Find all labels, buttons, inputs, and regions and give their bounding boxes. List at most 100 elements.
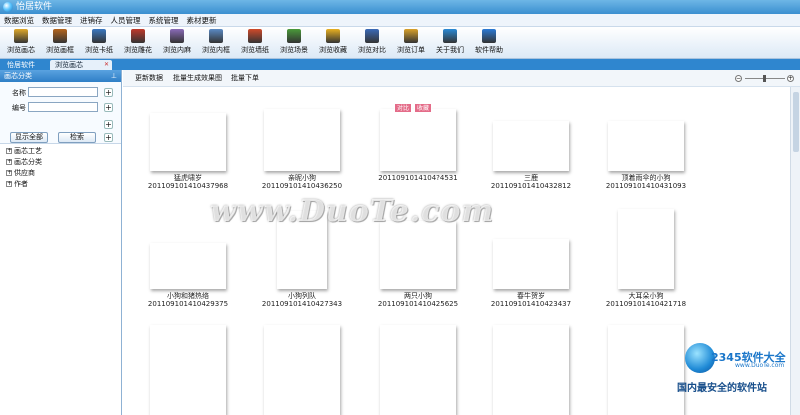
toolbar-button[interactable]: 浏览墙纸	[238, 29, 272, 57]
carving-icon	[131, 29, 145, 43]
category-tree: + 画芯工艺 + 画芯分类 + 供应商 + 作者	[6, 146, 42, 190]
toolbar-button[interactable]: 浏览订单	[394, 29, 428, 57]
name-label: 名称	[12, 89, 26, 97]
tree-node-label: 画芯分类	[14, 158, 42, 166]
toolbar-button-label: 浏览墙纸	[241, 46, 269, 54]
expand-icon[interactable]: +	[6, 159, 12, 165]
expand-icon[interactable]: +	[6, 170, 12, 176]
refresh-data-button[interactable]: 更新数据	[135, 70, 163, 87]
scrollbar-thumb[interactable]	[793, 92, 799, 152]
toolbar-button[interactable]: 关于我们	[433, 29, 467, 57]
zoom-slider-thumb[interactable]	[763, 75, 766, 82]
code-input[interactable]	[28, 102, 98, 112]
scene-icon	[287, 29, 301, 43]
menu-item[interactable]: 数据管理	[38, 14, 76, 27]
close-icon[interactable]: ✕	[104, 60, 109, 70]
menu-item[interactable]: 进销存	[76, 14, 107, 27]
expand-icon[interactable]: +	[6, 148, 12, 154]
batch-render-button[interactable]: 批量生成效果图	[173, 70, 222, 87]
thumbnail-image	[380, 109, 456, 171]
tree-node[interactable]: + 画芯分类	[6, 157, 42, 168]
tree-node-label: 供应商	[14, 169, 35, 177]
product-thumbnail[interactable]: 小狗和猪热络 201109101410429375	[138, 243, 238, 308]
toolbar-button[interactable]: 浏览画框	[43, 29, 77, 57]
toolbar-button[interactable]: 软件帮助	[472, 29, 506, 57]
toolbar-button-label: 关于我们	[436, 46, 464, 54]
thumbnail-title: 顶着雨伞的小狗	[621, 174, 671, 182]
product-thumbnail[interactable]: 亲昵小狗 201109101410436250	[252, 109, 352, 190]
code-label: 编号	[12, 104, 26, 112]
batch-order-button[interactable]: 批量下单	[231, 70, 259, 87]
pin-icon[interactable]: ⊥	[111, 70, 117, 82]
tree-node[interactable]: + 供应商	[6, 168, 42, 179]
product-thumbnail[interactable]: 顶着雨伞的小狗 201109101410431093	[596, 121, 696, 190]
extra-add-button[interactable]: +	[104, 120, 113, 129]
toolbar-button[interactable]: 浏览场景	[277, 29, 311, 57]
sidebar-title: 画芯分类	[4, 72, 32, 80]
code-add-button[interactable]: +	[104, 103, 113, 112]
zoom-in-icon[interactable]: +	[787, 75, 794, 82]
product-thumbnail[interactable]: 2011091014104?4531	[368, 109, 468, 182]
product-thumbnail[interactable]	[368, 325, 468, 415]
compare-tag[interactable]: 对比	[394, 103, 413, 113]
toolbar-button[interactable]: 浏览雕花	[121, 29, 155, 57]
product-thumbnail[interactable]: 春牛贺岁 201109101410423437	[481, 239, 581, 308]
favorite-tag[interactable]: 收藏	[414, 103, 433, 113]
show-all-button[interactable]: 显示全部	[10, 132, 48, 143]
product-thumbnail[interactable]	[138, 325, 238, 415]
thumbnail-image	[608, 121, 684, 171]
tab-home-label: 怡居软件	[7, 61, 35, 69]
toolbar-button[interactable]: 浏览收藏	[316, 29, 350, 57]
product-thumbnail[interactable]	[481, 325, 581, 415]
menu-item[interactable]: 系统管理	[145, 14, 183, 27]
more-add-button[interactable]: +	[104, 133, 113, 142]
thumbnail-image	[264, 325, 340, 415]
house-icon	[248, 29, 262, 43]
thumbnail-title: 春牛贺岁	[517, 292, 545, 300]
toolbar-button[interactable]: 浏览画芯	[4, 29, 38, 57]
search-button[interactable]: 检索	[58, 132, 96, 143]
tab-browse-painting[interactable]: 浏览画芯 ✕	[50, 60, 112, 70]
thumbnail-image	[150, 113, 226, 171]
menu-item[interactable]: 数据浏览	[0, 14, 38, 27]
product-thumbnail[interactable]: 三鹿 201109101410432812	[481, 121, 581, 190]
toolbar-button[interactable]: 浏览内框	[199, 29, 233, 57]
thumbnail-code: 201109101410423437	[490, 300, 572, 308]
toolbar-button[interactable]: 浏览对比	[355, 29, 389, 57]
toolbar-button-label: 浏览对比	[358, 46, 386, 54]
product-thumbnail[interactable]	[252, 325, 352, 415]
thumbnail-code: 201109101410431093	[605, 182, 687, 190]
tree-node[interactable]: + 画芯工艺	[6, 146, 42, 157]
thumbnail-image	[608, 325, 684, 415]
tab-home[interactable]: 怡居软件	[2, 60, 46, 70]
expand-icon[interactable]: +	[6, 181, 12, 187]
site-logo: 2345软件大全 www.DuoTe.com 国内最安全的软件站	[675, 343, 800, 415]
product-thumbnail[interactable]: 大耳朵小狗 201109101410421718	[596, 209, 696, 308]
menu-item[interactable]: 素材更新	[183, 14, 221, 27]
thumbnail-image	[264, 109, 340, 171]
thumbnail-title: 猛虎啸岁	[174, 174, 202, 182]
tree-node[interactable]: + 作者	[6, 179, 42, 190]
name-input[interactable]	[28, 87, 98, 97]
thumbnail-code: 201109101410436250	[261, 182, 343, 190]
toolbar-button[interactable]: 浏览卡纸	[82, 29, 116, 57]
name-add-button[interactable]: +	[104, 88, 113, 97]
linen-icon	[170, 29, 184, 43]
toolbar-button[interactable]: 浏览内麻	[160, 29, 194, 57]
tab-browse-painting-label: 浏览画芯	[55, 61, 83, 69]
toolbar-button-label: 浏览收藏	[319, 46, 347, 54]
toolbar-button-label: 浏览内麻	[163, 46, 191, 54]
zoom-out-icon[interactable]: −	[735, 75, 742, 82]
thumbnail-image	[150, 325, 226, 415]
product-thumbnail[interactable]: 猛虎啸岁 20110910141043​7968	[138, 113, 238, 190]
thumbnail-code: 201109101410432812	[490, 182, 572, 190]
thumbnail-code: 201109101410421718	[605, 300, 687, 308]
thumbnail-code: 201109101410429375	[147, 300, 229, 308]
toolbar-button-label: 浏览卡纸	[85, 46, 113, 54]
thumbnail-image	[618, 209, 674, 289]
product-thumbnail[interactable]: 两只小狗 201109101410425625	[368, 221, 468, 308]
tab-strip: 怡居软件 浏览画芯 ✕	[0, 59, 800, 70]
cardboard-icon	[92, 29, 106, 43]
main-toolbar: 浏览画芯 浏览画框 浏览卡纸 浏览雕花 浏览内麻 浏览内框 浏览墙纸 浏览场景 浏览收藏 浏览对比…	[0, 27, 800, 59]
menu-item[interactable]: 人员管理	[107, 14, 145, 27]
